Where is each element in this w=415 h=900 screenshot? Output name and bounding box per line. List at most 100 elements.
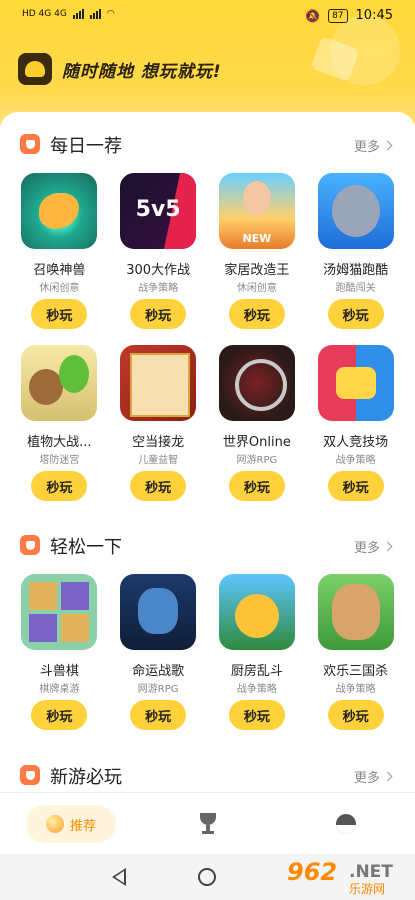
play-button[interactable]: 秒玩 — [130, 299, 187, 329]
game-thumbnail[interactable] — [317, 345, 394, 421]
profile-icon[interactable] — [336, 814, 356, 834]
section-title: 轻松一下 — [50, 537, 122, 558]
game-name: 欢乐三国杀 — [323, 664, 389, 677]
nav-tab-label: 推荐 — [69, 818, 96, 834]
play-button[interactable]: 秒玩 — [228, 700, 285, 730]
play-button[interactable]: 秒玩 — [327, 471, 384, 501]
watermark-sub: 乐游网 — [349, 882, 386, 896]
chevron-right-icon — [382, 771, 393, 782]
game-category: 战争策略 — [335, 455, 376, 466]
game-thumbnail[interactable] — [21, 173, 98, 249]
play-button[interactable]: 秒玩 — [31, 471, 88, 501]
game-category: 战争策略 — [335, 684, 376, 695]
game-category: 跑酷闯关 — [335, 283, 376, 294]
game-thumbnail[interactable] — [120, 574, 197, 650]
bottom-nav: 推荐 — [0, 792, 415, 854]
app-logo-icon — [18, 53, 52, 85]
slogan-text: 随时随地 想玩就玩! — [62, 61, 222, 82]
play-button[interactable]: 秒玩 — [130, 471, 187, 501]
status-right: 🔕 87 10:45 — [305, 8, 393, 23]
game-name: 空当接龙 — [132, 435, 185, 448]
game-card[interactable]: 双人竞技场 战争策略 秒玩 — [306, 345, 405, 501]
section-header-new: 新游必玩 更多 — [0, 760, 415, 790]
back-icon[interactable] — [112, 868, 126, 886]
game-thumbnail[interactable]: 5v5 — [120, 173, 197, 249]
recommend-icon — [45, 815, 64, 833]
game-thumbnail[interactable] — [218, 173, 295, 249]
nav-tab-recommend[interactable]: 推荐 — [26, 805, 116, 843]
signal-icon-2 — [89, 8, 101, 19]
game-thumbnail[interactable] — [218, 345, 295, 421]
game-thumbnail[interactable] — [21, 345, 98, 421]
more-label: 更多 — [353, 541, 380, 556]
play-button[interactable]: 秒玩 — [327, 299, 384, 329]
game-thumbnail[interactable] — [120, 345, 197, 421]
section-icon — [20, 765, 40, 785]
section-title: 新游必玩 — [50, 767, 122, 788]
play-button[interactable]: 秒玩 — [31, 700, 88, 730]
game-category: 棋牌桌游 — [39, 684, 80, 695]
game-card[interactable]: 空当接龙 儿童益智 秒玩 — [109, 345, 208, 501]
game-row: 斗兽棋 棋牌桌游 秒玩 命运战歌 网游RPG 秒玩 厨房乱斗 战争策略 秒玩 欢… — [10, 574, 405, 730]
main-content[interactable]: 每日一荐 更多 召唤神兽 休闲创意 秒玩 5v5 300大作战 战争策略 秒玩 … — [0, 112, 415, 792]
game-name: 300大作战 — [126, 263, 191, 276]
more-label: 更多 — [353, 771, 380, 786]
more-link[interactable]: 更多 — [353, 767, 393, 786]
more-link[interactable]: 更多 — [353, 537, 393, 556]
game-name: 汤姆猫跑酷 — [323, 263, 389, 276]
game-name: 世界Online — [222, 435, 291, 448]
trophy-icon[interactable] — [198, 813, 218, 835]
game-thumbnail[interactable] — [317, 574, 394, 650]
system-nav-bar: 962 .NET 乐游网 — [0, 854, 415, 900]
signal-indicators: HD 4G 4G ◠ — [22, 8, 115, 19]
section-title: 每日一荐 — [50, 136, 122, 157]
game-card[interactable]: 植物大战... 塔防迷宫 秒玩 — [10, 345, 109, 501]
game-category: 休闲创意 — [39, 283, 80, 294]
game-category: 网游RPG — [137, 684, 179, 695]
watermark-net: .NET — [349, 862, 393, 882]
game-card[interactable]: 欢乐三国杀 战争策略 秒玩 — [306, 574, 405, 730]
game-name: 厨房乱斗 — [230, 664, 283, 677]
game-card[interactable]: 厨房乱斗 战争策略 秒玩 — [208, 574, 307, 730]
game-card[interactable]: 斗兽棋 棋牌桌游 秒玩 — [10, 574, 109, 730]
game-card[interactable]: 5v5 300大作战 战争策略 秒玩 — [109, 173, 208, 329]
play-button[interactable]: 秒玩 — [327, 700, 384, 730]
game-card[interactable]: 汤姆猫跑酷 跑酷闯关 秒玩 — [306, 173, 405, 329]
play-button[interactable]: 秒玩 — [130, 700, 187, 730]
game-category: 塔防迷宫 — [39, 455, 80, 466]
watermark-number: 962 — [287, 858, 338, 886]
more-label: 更多 — [353, 140, 380, 155]
game-row: 植物大战... 塔防迷宫 秒玩 空当接龙 儿童益智 秒玩 世界Online 网游… — [10, 345, 405, 501]
game-card[interactable]: 世界Online 网游RPG 秒玩 — [208, 345, 307, 501]
chevron-right-icon — [382, 140, 393, 151]
mute-icon: 🔕 — [305, 8, 321, 23]
game-card[interactable]: 召唤神兽 休闲创意 秒玩 — [10, 173, 109, 329]
game-category: 战争策略 — [236, 684, 277, 695]
game-thumbnail[interactable] — [21, 574, 98, 650]
play-button[interactable]: 秒玩 — [31, 299, 88, 329]
game-name: 召唤神兽 — [33, 263, 86, 276]
game-card[interactable]: 家居改造王 休闲创意 秒玩 — [208, 173, 307, 329]
game-thumbnail[interactable] — [218, 574, 295, 650]
game-name: 家居改造王 — [224, 263, 290, 276]
clock: 10:45 — [355, 8, 393, 23]
battery-indicator: 87 — [328, 8, 348, 23]
game-card[interactable]: 命运战歌 网游RPG 秒玩 — [109, 574, 208, 730]
section-header-relax: 轻松一下 更多 — [0, 530, 415, 560]
game-thumbnail[interactable] — [317, 173, 394, 249]
play-button[interactable]: 秒玩 — [228, 299, 285, 329]
game-category: 儿童益智 — [138, 455, 179, 466]
game-category: 战争策略 — [138, 283, 179, 294]
home-icon[interactable] — [198, 868, 216, 886]
chevron-right-icon — [382, 541, 393, 552]
wifi-icon: ◠ — [106, 8, 115, 19]
play-button[interactable]: 秒玩 — [228, 471, 285, 501]
slogan-banner: 随时随地 想玩就玩! — [18, 53, 222, 85]
game-category: 网游RPG — [236, 455, 278, 466]
game-name: 植物大战... — [27, 435, 92, 448]
network-label: HD 4G 4G — [22, 8, 67, 19]
game-name: 命运战歌 — [132, 664, 185, 677]
more-link[interactable]: 更多 — [353, 136, 393, 155]
watermark: 962 .NET 乐游网 — [287, 858, 407, 898]
thumbnail-text: 5v5 — [135, 197, 181, 222]
